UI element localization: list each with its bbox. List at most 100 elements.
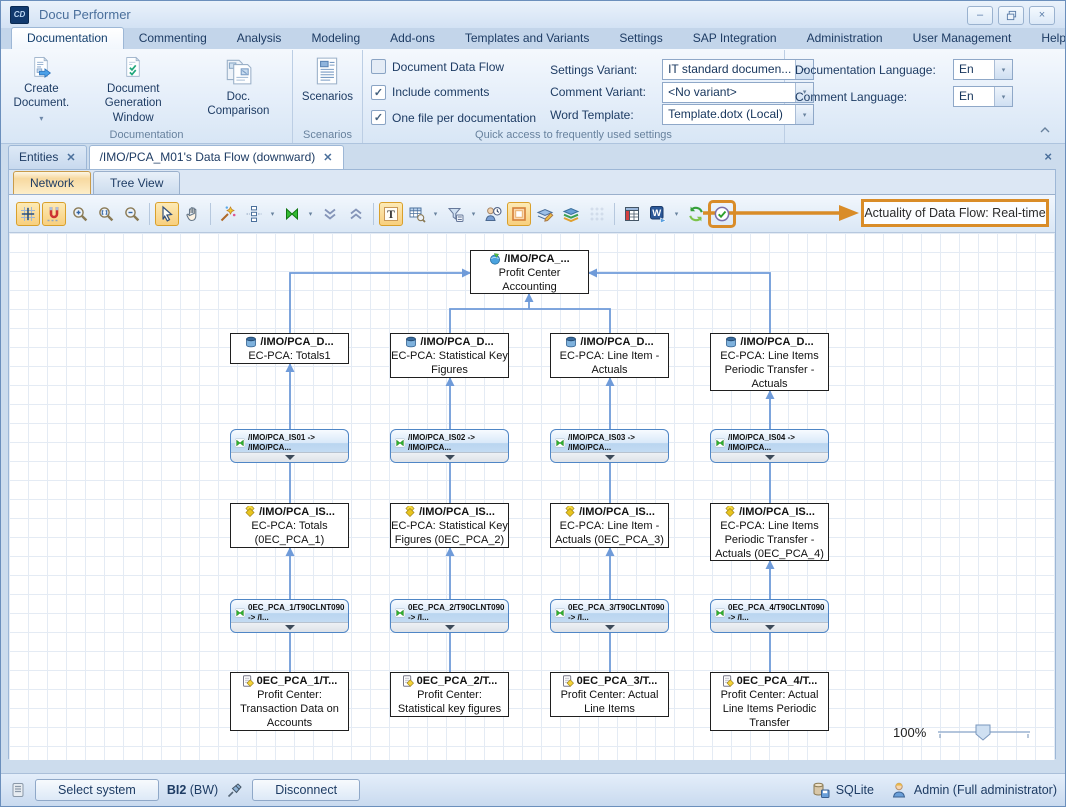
zoom-slider-thumb[interactable] [976,725,990,740]
diagram-node-dstore-periodic[interactable]: /IMO/PCA_D...EC-PCA: Line ItemsPeriodic … [710,333,829,391]
database-icon[interactable] [812,781,830,799]
toolbar-button-layers-edit[interactable] [533,202,557,226]
combo-dropdown-button[interactable]: ▾ [994,60,1012,79]
document-tab-imo-pca-m01-s-data-flow-downward[interactable]: /IMO/PCA_M01's Data Flow (downward)✕ [89,145,344,169]
toolbar-button-cursor[interactable] [155,202,179,226]
node-expand-handle[interactable] [231,622,348,632]
checkbox-box[interactable]: ✓ [371,110,386,125]
toolbar-dropdown-word-export[interactable]: ▾ [671,202,682,226]
checkbox-box[interactable] [371,59,386,74]
diagram-node-isource-statkf[interactable]: /IMO/PCA_IS...EC-PCA: Statistical KeyFig… [390,503,509,548]
toolbar-button-pan-hand[interactable] [181,202,205,226]
checkbox-one-file-per-documentation[interactable]: ✓One file per documentation [371,110,536,125]
toolbar-button-filter[interactable] [443,202,467,226]
diagram-node-isource-lineitem[interactable]: /IMO/PCA_IS...EC-PCA: Line Item -Actuals… [550,503,669,548]
ribbon-tab-templates-and-variants[interactable]: Templates and Variants [450,28,605,49]
zoom-slider[interactable] [934,720,1034,744]
toolbar-button-expand-all[interactable] [344,202,368,226]
ribbon-tab-user-management[interactable]: User Management [898,28,1027,49]
node-expand-handle[interactable] [551,452,668,462]
toolbar-button-table-search[interactable] [405,202,429,226]
diagram-node-dsource-4[interactable]: 0EC_PCA_4/T...Profit Center: ActualLine … [710,672,829,731]
close-button[interactable]: × [1029,6,1055,25]
toolbar-button-auto-layout[interactable] [216,202,240,226]
user-icon[interactable] [890,781,908,799]
toolbar-button-grid[interactable] [16,202,40,226]
diagram-node-dsource-3[interactable]: 0EC_PCA_3/T...Profit Center: ActualLine … [550,672,669,717]
ribbon-button-create-document[interactable]: Create Document. ▾ [5,54,78,127]
toolbar-dropdown-node-spacing[interactable]: ▾ [267,202,278,226]
diagram-node-transform-is04[interactable]: /IMO/PCA_IS04 -> /IMO/PCA...7.x [710,429,829,463]
node-expand-handle[interactable] [231,452,348,462]
ribbon-button-doc-comparison[interactable]: Doc. Comparison [189,54,288,127]
diagram-node-dstore-lineitem[interactable]: /IMO/PCA_D...EC-PCA: Line Item -Actuals [550,333,669,378]
toolbar-button-refresh[interactable] [684,202,708,226]
ribbon-button-scenarios[interactable]: Scenarios [296,54,359,127]
checkbox-box[interactable]: ✓ [371,85,386,100]
tab-close-icon[interactable]: ✕ [66,151,75,164]
disconnect-button[interactable]: Disconnect [252,779,360,801]
toolbar-button-zoom-in[interactable] [68,202,92,226]
combo-documentation-language[interactable]: En▾ [953,59,1013,80]
system-list-icon[interactable] [9,781,27,799]
diagram-node-transform-0ec4[interactable]: 0EC_PCA_4/T90CLNT090 -> /I...7.x [710,599,829,633]
diagram-node-dstore-totals1[interactable]: /IMO/PCA_D...EC-PCA: Totals1 [230,333,349,364]
workspace-close-icon[interactable]: × [1044,149,1052,164]
toolbar-button-layers[interactable] [559,202,583,226]
document-tab-entities[interactable]: Entities✕ [8,145,87,169]
ribbon-tab-settings[interactable]: Settings [604,28,677,49]
ribbon-tab-administration[interactable]: Administration [792,28,898,49]
diagram-node-infoarea-pca[interactable]: /IMO/PCA_...Profit CenterAccounting [470,250,589,294]
ribbon-tab-analysis[interactable]: Analysis [222,28,297,49]
checkbox-include-comments[interactable]: ✓Include comments [371,85,536,100]
ribbon-tab-modeling[interactable]: Modeling [296,28,375,49]
toolbar-button-magnet[interactable] [42,202,66,226]
toolbar-button-zoom-fit[interactable] [94,202,118,226]
select-system-button[interactable]: Select system [35,779,159,801]
node-expand-handle[interactable] [711,622,828,632]
restore-button[interactable] [998,6,1024,25]
diagram-node-transform-is02[interactable]: /IMO/PCA_IS02 -> /IMO/PCA...7.x [390,429,509,463]
diagram-node-dsource-1[interactable]: 0EC_PCA_1/T...Profit Center:Transaction … [230,672,349,731]
node-expand-handle[interactable] [711,452,828,462]
ribbon-tab-add-ons[interactable]: Add-ons [375,28,450,49]
toolbar-button-actuality-clock[interactable] [710,202,734,226]
diagram-node-isource-periodic[interactable]: /IMO/PCA_IS...EC-PCA: Line ItemsPeriodic… [710,503,829,561]
toolbar-dropdown-table-search[interactable]: ▾ [430,202,441,226]
database-label[interactable]: SQLite [836,783,874,797]
toolbar-button-word-export[interactable]: W [646,202,670,226]
network-canvas[interactable]: 100% /IMO/PCA_...Profit CenterAccounting… [9,233,1055,760]
user-label[interactable]: Admin (Full administrator) [914,783,1057,797]
diagram-node-transform-0ec3[interactable]: 0EC_PCA_3/T90CLNT090 -> /I...7.x [550,599,669,633]
ribbon-button-document-generation-window[interactable]: Document Generation Window [78,54,189,127]
diagram-node-dsource-2[interactable]: 0EC_PCA_2/T...Profit Center:Statistical … [390,672,509,717]
collapse-ribbon-button[interactable] [1039,121,1051,139]
ribbon-tab-sap-integration[interactable]: SAP Integration [678,28,792,49]
toolbar-dropdown-transformation[interactable]: ▾ [305,202,316,226]
toolbar-button-report-table[interactable] [620,202,644,226]
tab-close-icon[interactable]: ✕ [323,151,332,164]
toolbar-button-node-spacing[interactable] [242,202,266,226]
toolbar-button-frame[interactable] [507,202,531,226]
tab-tree-view[interactable]: Tree View [93,171,180,194]
ribbon-tab-help[interactable]: Help [1026,28,1066,49]
minimize-button[interactable]: – [967,6,993,25]
tab-network[interactable]: Network [13,171,91,194]
node-expand-handle[interactable] [391,622,508,632]
combo-comment-language[interactable]: En▾ [953,86,1013,107]
toolbar-button-zoom-out[interactable] [120,202,144,226]
ribbon-tab-documentation[interactable]: Documentation [11,27,124,49]
diagram-node-dstore-statkf[interactable]: /IMO/PCA_D...EC-PCA: Statistical KeyFigu… [390,333,509,378]
toolbar-button-collapse-all[interactable] [318,202,342,226]
toolbar-dropdown-filter[interactable]: ▾ [468,202,479,226]
toolbar-button-session[interactable] [481,202,505,226]
diagram-node-transform-is01[interactable]: /IMO/PCA_IS01 -> /IMO/PCA...7.x [230,429,349,463]
diagram-node-transform-is03[interactable]: /IMO/PCA_IS03 -> /IMO/PCA...7.x [550,429,669,463]
node-expand-handle[interactable] [391,452,508,462]
toolbar-button-transformation[interactable] [280,202,304,226]
ribbon-tab-commenting[interactable]: Commenting [124,28,222,49]
diagram-node-isource-totals[interactable]: /IMO/PCA_IS...EC-PCA: Totals(0EC_PCA_1) [230,503,349,548]
diagram-node-transform-0ec1[interactable]: 0EC_PCA_1/T90CLNT090 -> /I...7.x [230,599,349,633]
diagram-node-transform-0ec2[interactable]: 0EC_PCA_2/T90CLNT090 -> /I...7.x [390,599,509,633]
combo-dropdown-button[interactable]: ▾ [994,87,1012,106]
